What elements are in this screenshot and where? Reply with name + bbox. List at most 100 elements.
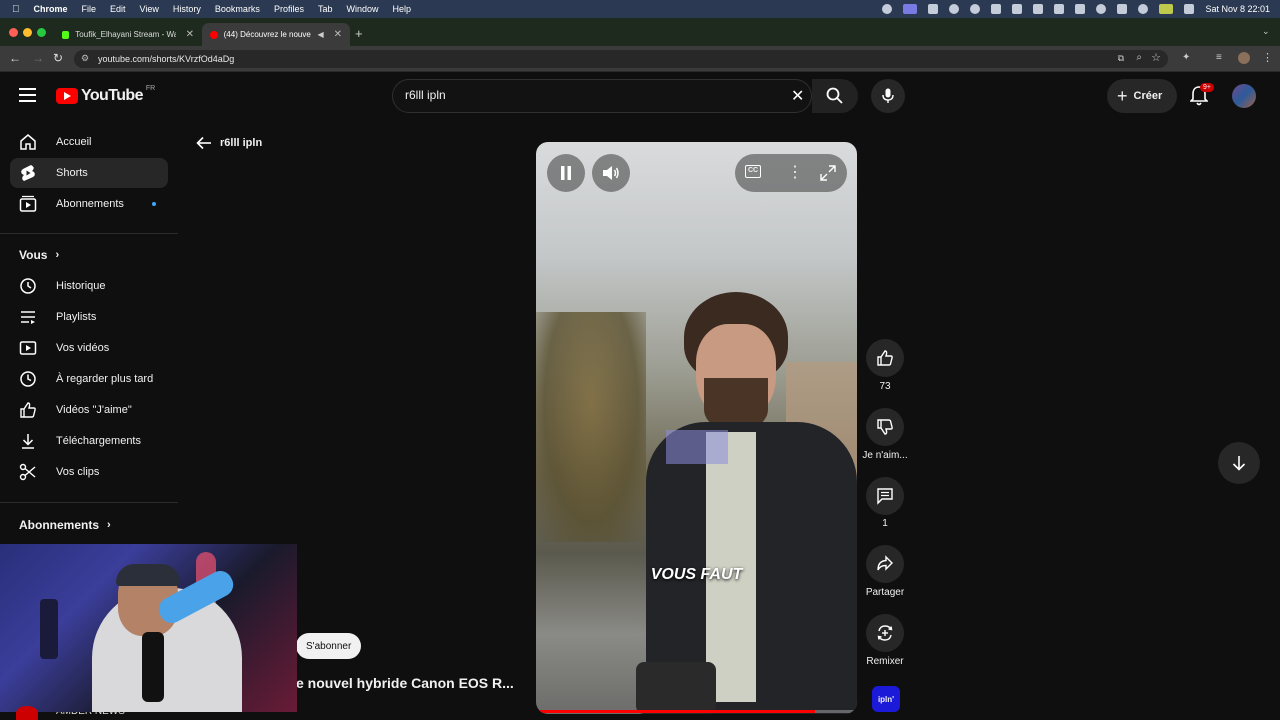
chrome-menu-icon[interactable]: ⋮ (1262, 51, 1273, 64)
new-tab-button[interactable]: + (355, 26, 363, 41)
sidebar-item-downloads[interactable]: Téléchargements (10, 426, 168, 456)
sidebar-item-vos-videos[interactable]: Vos vidéos (10, 333, 168, 363)
sidebar-item-clips[interactable]: Vos clips (10, 457, 168, 487)
progress-track[interactable] (536, 710, 857, 713)
menubar-item-view[interactable]: View (140, 4, 159, 14)
more-options-icon[interactable]: ⋮ (787, 162, 803, 182)
menubar-item-profiles[interactable]: Profiles (274, 4, 304, 14)
profile-avatar-icon[interactable] (1238, 52, 1250, 64)
status-icon-9[interactable] (1075, 4, 1086, 14)
playlists-icon (18, 307, 38, 327)
fullscreen-icon[interactable] (820, 165, 836, 181)
browser-tab-youtube[interactable]: (44) Découvrez le nouvel ◀ ✕ (202, 23, 350, 46)
back-to-results-link[interactable]: r6lll ipln (196, 136, 262, 150)
tab-audio-icon[interactable]: ◀ (317, 30, 323, 39)
status-icon-4[interactable] (949, 4, 960, 14)
captions-icon[interactable]: CC (745, 165, 761, 178)
voice-search-button[interactable] (871, 79, 905, 113)
status-icon-2[interactable] (903, 4, 918, 14)
sidebar-item-playlists[interactable]: Playlists (10, 302, 168, 332)
like-button[interactable] (866, 339, 904, 377)
comment-count: 1 (882, 518, 888, 529)
sidebar-item-watch-later[interactable]: À regarder plus tard (10, 364, 168, 394)
menubar-item-history[interactable]: History (173, 4, 201, 14)
tab-close-icon[interactable]: ✕ (334, 29, 342, 40)
sidebar-item-abonnements[interactable]: Abonnements (10, 189, 168, 219)
menubar-item-bookmarks[interactable]: Bookmarks (215, 4, 260, 14)
youtube-logo[interactable]: YouTube FR (56, 85, 155, 105)
zoom-window-button[interactable] (37, 28, 46, 37)
channel-avatar-button[interactable]: ipln' (872, 686, 900, 712)
menubar-item-file[interactable]: File (82, 4, 97, 14)
clear-search-icon[interactable]: ✕ (791, 86, 804, 106)
shorts-video-player[interactable]: CC ⋮ VOUS FAUT (536, 142, 857, 714)
volume-button[interactable] (592, 154, 630, 192)
close-window-button[interactable] (9, 28, 18, 37)
sidebar-item-historique[interactable]: Historique (10, 271, 168, 301)
sidebar-item-accueil[interactable]: Accueil (10, 127, 168, 157)
search-button[interactable] (812, 79, 858, 113)
status-icon-8[interactable] (1033, 4, 1044, 14)
chevron-right-icon: › (55, 249, 60, 261)
tab-search-icon[interactable]: ⌄ (1262, 26, 1270, 37)
sidebar-item-liked[interactable]: Vidéos "J'aime" (10, 395, 168, 425)
menubar-item-chrome[interactable]: Chrome (34, 4, 68, 14)
sidebar-item-shorts[interactable]: Shorts (10, 158, 168, 188)
plus-icon: + (1117, 86, 1128, 106)
zoom-icon[interactable]: ⌕ (1136, 52, 1142, 63)
next-short-button[interactable] (1218, 442, 1260, 484)
account-avatar[interactable] (1232, 84, 1256, 108)
microphone-stand (142, 632, 164, 702)
hamburger-menu-icon[interactable] (19, 88, 36, 102)
status-icon-7[interactable] (1012, 4, 1023, 14)
dislike-button[interactable] (866, 408, 904, 446)
sidebar-section-abonnements[interactable]: Abonnements › (19, 518, 111, 532)
status-icon-3[interactable] (928, 4, 939, 14)
menubar-clock[interactable]: Sat Nov 8 22:01 (1205, 4, 1270, 14)
search-input[interactable] (405, 88, 775, 102)
share-button[interactable] (866, 545, 904, 583)
pause-button[interactable] (547, 154, 585, 192)
streamer-webcam-overlay (0, 544, 297, 712)
install-app-icon[interactable]: ⧉ (1118, 53, 1124, 64)
notifications-button[interactable]: 9+ (1189, 83, 1214, 111)
subscribe-button[interactable]: S'abonner (296, 633, 362, 659)
browser-tab-stream[interactable]: Toufik_Elhayani Stream - Wa ✕ (54, 23, 202, 46)
remix-button[interactable] (866, 614, 904, 652)
menubar-item-help[interactable]: Help (392, 4, 411, 14)
wifi-icon[interactable] (1117, 4, 1128, 14)
menubar-item-edit[interactable]: Edit (110, 4, 126, 14)
back-arrow-icon[interactable]: ← (9, 51, 21, 65)
sidebar-section-vous[interactable]: Vous › (19, 248, 59, 262)
menubar-item-tab[interactable]: Tab (318, 4, 333, 14)
sidebar-item-label: Abonnements (56, 198, 124, 210)
control-center-icon[interactable] (1184, 4, 1195, 14)
site-info-icon[interactable]: ⚙ (81, 53, 89, 64)
back-arrow-icon (196, 136, 211, 150)
new-content-dot (152, 202, 156, 206)
status-icon-10[interactable] (1096, 4, 1107, 14)
menubar-item-window[interactable]: Window (346, 4, 378, 14)
youtube-favicon-icon (210, 30, 218, 39)
forward-arrow-icon[interactable]: → (32, 51, 44, 65)
tab-close-icon[interactable]: ✕ (186, 29, 194, 40)
apple-menu-icon[interactable]:  (12, 4, 20, 15)
address-bar[interactable]: ⚙ youtube.com/shorts/KVrzfOd4aDg ⧉ ⌕ ☆ (74, 50, 1168, 68)
status-icon-5[interactable] (970, 4, 981, 14)
watch-later-icon (18, 369, 38, 389)
extensions-icon[interactable]: ✦ (1182, 52, 1190, 63)
battery-icon[interactable] (1159, 4, 1174, 14)
status-icon-6[interactable] (991, 4, 1002, 14)
comments-button[interactable] (866, 477, 904, 515)
subscribe-label: S'abonner (306, 640, 352, 652)
video-title[interactable]: e nouvel hybride Canon EOS R... (296, 675, 528, 691)
reload-icon[interactable]: ↻ (53, 51, 63, 65)
spotlight-icon[interactable] (1138, 4, 1149, 14)
status-icon-1[interactable] (882, 4, 893, 14)
reading-list-icon[interactable]: ≡ (1216, 52, 1222, 63)
volume-icon[interactable] (1054, 4, 1065, 14)
create-button[interactable]: + Créer (1107, 79, 1177, 113)
minimize-window-button[interactable] (23, 28, 32, 37)
bookmark-star-icon[interactable]: ☆ (1151, 51, 1161, 64)
like-count: 73 (879, 381, 891, 392)
